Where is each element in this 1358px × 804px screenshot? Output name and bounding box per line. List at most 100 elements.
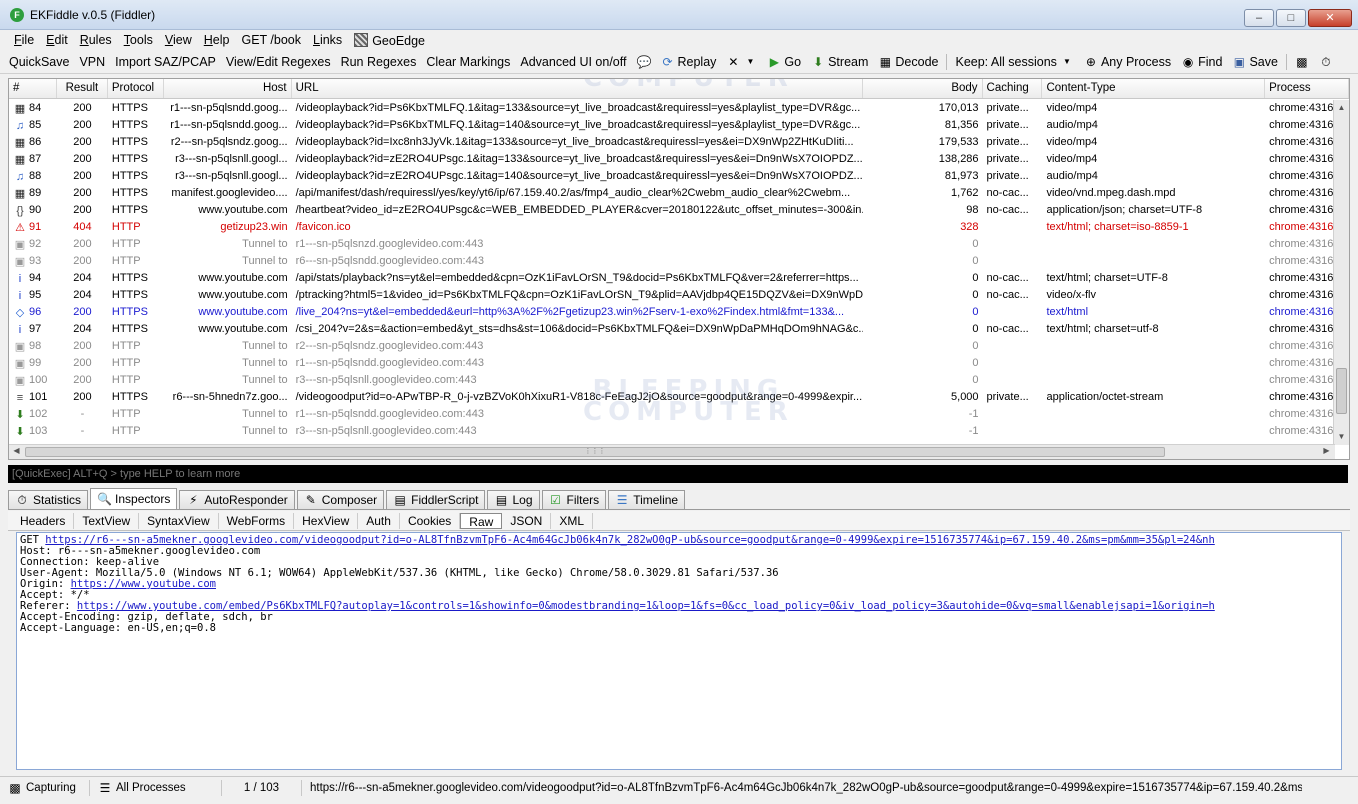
session-row[interactable]: ▣ 99 200 HTTP Tunnel to r1---sn-p5qlsndd.goog… [9,355,1335,372]
protocol-cell: HTTPS [111,153,148,165]
tab-statistics[interactable]: ⏱ Statistics [8,490,89,509]
view-edit-regexes-button[interactable]: View/Edit Regexes [221,55,336,69]
subtab-textview[interactable]: TextView [74,512,140,529]
session-row[interactable]: ▦ 87 200 HTTPS r3---sn-p5qlsnll.googl... /vid… [9,151,1335,168]
session-list[interactable]: # Result Protocol Host URL Body Caching … [8,78,1350,460]
subtab-syntaxview[interactable]: SyntaxView [139,512,219,529]
minimize-icon[interactable]: – [1244,9,1274,27]
session-row[interactable]: i 95 204 HTTPS www.youtube.com/ptracking?htm… [9,287,1335,304]
import-saz-pcap-button[interactable]: Import SAZ/PCAP [110,55,221,69]
column-header-body[interactable]: Body [863,79,983,98]
vertical-scroll-thumb[interactable] [1336,368,1347,414]
quickexec-input[interactable]: [QuickExec] ALT+Q > type HELP to learn m… [8,465,1348,483]
session-row[interactable]: ▦ 89 200 HTTPS manifest.googlevideo.... /api/… [9,185,1335,202]
menu-tools[interactable]: Tools [118,33,159,47]
tab-log[interactable]: ▤ Log [487,490,540,509]
tab-composer[interactable]: ✎ Composer [296,490,385,509]
scroll-up-icon[interactable]: ▲ [1334,100,1349,116]
menu-links[interactable]: Links [307,33,348,47]
session-row[interactable]: ▣ 93 200 HTTP Tunnel to r6---sn-p5qlsndd.goog… [9,253,1335,270]
column-header-caching[interactable]: Caching [983,79,1043,98]
subtab-webforms[interactable]: WebForms [219,512,295,529]
column-header-url[interactable]: URL [292,79,863,98]
screenshot-button[interactable]: ▩ [1290,55,1314,69]
protocol-cell: HTTPS [111,170,148,182]
column-header-host[interactable]: Host [164,79,292,98]
tab-inspectors[interactable]: 🔍 Inspectors [90,488,178,509]
session-row[interactable]: ♫ 85 200 HTTPS r1---sn-p5qlsndd.goog... /vide… [9,117,1335,134]
content-type-cell [1042,236,1265,253]
keep-sessions-dropdown[interactable]: Keep: All sessions ▼ [950,55,1078,69]
column-header-protocol[interactable]: Protocol [108,79,164,98]
tab-autoresponder[interactable]: ⚡ AutoResponder [179,490,295,509]
process-filter[interactable]: ☰ All Processes [90,779,222,796]
session-row[interactable]: i 97 204 HTTPS www.youtube.com/csi_204?v=2&s… [9,321,1335,338]
find-button[interactable]: ◉ Find [1176,55,1227,69]
vpn-button[interactable]: VPN [74,55,110,69]
remove-button[interactable]: ✕ ▼ [721,55,762,69]
subtab-cookies[interactable]: Cookies [400,512,461,529]
tab-filters[interactable]: ☑ Filters [541,490,607,509]
menu-rules[interactable]: Rules [74,33,118,47]
session-row[interactable]: ▦ 84 200 HTTPS r1---sn-p5qlsndd.goog... /vide… [9,100,1335,117]
go-button[interactable]: ▶ Go [762,55,806,69]
session-row[interactable]: ▣ 100 200 HTTP Tunnel to r3---sn-p5qlsnll.goo… [9,372,1335,389]
process-cell: chrome:4316 [1269,425,1334,437]
capturing-toggle[interactable]: ▩ Capturing [0,779,90,796]
subtab-headers[interactable]: Headers [12,512,75,529]
session-row[interactable]: ▣ 92 200 HTTP Tunnel to r1---sn-p5qlsnzd.goog… [9,236,1335,253]
menu-view[interactable]: View [159,33,198,47]
origin-url-link[interactable]: https://www.youtube.com [71,578,216,590]
session-row[interactable]: ≡ 101 200 HTTPS r6---sn-5hnedn7z.goo... /vide… [9,389,1335,406]
raw-request-view[interactable]: GET https://r6---sn-a5mekner.googlevideo… [16,532,1342,770]
horizontal-scroll-thumb[interactable]: ⋮⋮⋮ [25,447,1165,457]
session-row[interactable]: ♫ 88 200 HTTPS r3---sn-p5qlsnll.googl... /vid… [9,168,1335,185]
close-icon[interactable]: ✕ [1308,9,1352,27]
session-row[interactable]: ▦ 86 200 HTTPS r2---sn-p5qlsndz.goog... /vide… [9,134,1335,151]
maximize-icon[interactable]: □ [1276,9,1306,27]
caching-cell: no-cac... [986,323,1029,335]
column-header-number[interactable]: # [9,79,57,98]
window-title-bar[interactable]: F EKFiddle v.0.5 (Fiddler) – □ ✕ [0,0,1358,30]
caching-cell [983,338,1043,355]
decode-button[interactable]: ▦ Decode [873,55,943,69]
menu-get-book[interactable]: GET /book [235,33,307,47]
subtab-xml[interactable]: XML [551,512,594,529]
session-row[interactable]: ▣ 98 200 HTTP Tunnel to r2---sn-p5qlsndz.goog… [9,338,1335,355]
subtab-raw[interactable]: Raw [460,512,503,529]
session-row[interactable]: ⬇ 102 - HTTP Tunnel to r1---sn-p5qlsndd.googl… [9,406,1335,423]
quicksave-button[interactable]: QuickSave [4,55,74,69]
subtab-hexview[interactable]: HexView [294,512,359,529]
column-header-process[interactable]: Process [1265,79,1349,98]
session-row[interactable]: ⚠ 91 404 HTTP getizup23.win/favicon.ico 328 te… [9,219,1335,236]
tab-fiddlerscript[interactable]: ▤ FiddlerScript [386,490,486,509]
session-list-vertical-scrollbar[interactable]: ▲ ▼ [1333,100,1349,445]
column-header-result[interactable]: Result [57,79,108,98]
session-row[interactable]: ⬇ 103 - HTTP Tunnel to r3---sn-p5qlsnll.googl… [9,423,1335,440]
clear-markings-button[interactable]: Clear Markings [421,55,515,69]
timer-button[interactable]: ⏱ [1314,55,1338,69]
scroll-right-icon[interactable]: ▶ [1319,444,1334,458]
column-header-content-type[interactable]: Content-Type [1042,79,1266,98]
menu-edit[interactable]: Edit [40,33,74,47]
menu-geoedge[interactable]: GeoEdge [348,32,431,48]
menu-help[interactable]: Help [198,33,236,47]
subtab-json[interactable]: JSON [502,512,552,529]
any-process-button[interactable]: ⊕ Any Process [1079,55,1176,69]
scroll-down-icon[interactable]: ▼ [1334,429,1349,445]
scroll-left-icon[interactable]: ◀ [9,444,24,458]
session-list-horizontal-scrollbar[interactable]: ◀ ⋮⋮⋮ ▶ [9,444,1335,459]
run-regexes-button[interactable]: Run Regexes [336,55,422,69]
advanced-ui-toggle-button[interactable]: Advanced UI on/off [515,55,631,69]
comment-button[interactable]: 💬 [631,55,655,69]
save-button[interactable]: ▣ Save [1227,55,1283,69]
tab-timeline[interactable]: ☰ Timeline [608,490,686,509]
replay-button[interactable]: ⟳ Replay [655,55,721,69]
menu-file[interactable]: File [8,33,40,47]
session-row[interactable]: ◇ 96 200 HTTPS www.youtube.com/live_204?ns=y… [9,304,1335,321]
session-row[interactable]: {} 90 200 HTTPS www.youtube.com/heartbeat?vi… [9,202,1335,219]
session-row[interactable]: i 94 204 HTTPS www.youtube.com/api/stats/pla… [9,270,1335,287]
stream-button[interactable]: ⬇ Stream [806,55,873,69]
subtab-auth[interactable]: Auth [358,512,400,529]
caching-cell [983,406,1043,423]
